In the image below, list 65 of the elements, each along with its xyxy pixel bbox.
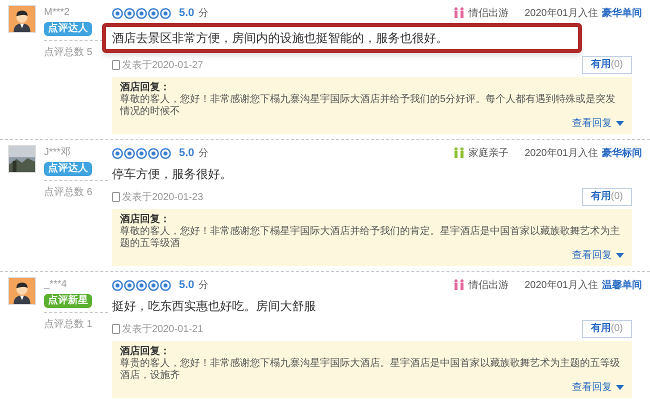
rating-circle-icon [160,8,171,18]
rating-circle-icon [148,148,159,158]
user-badge: 点评新星 [44,294,92,308]
view-reply-link[interactable]: 查看回复 [572,250,624,262]
score-unit: 分 [198,278,208,292]
reply-title: 酒店回复： [120,213,170,226]
phone-icon [112,192,120,202]
score-unit: 分 [198,146,208,160]
stay-date: 2020年01月入住 [524,278,598,292]
caret-icon [616,121,624,127]
review-count: 点评总数 6 [44,186,92,200]
user-name: _***4 [44,278,67,292]
post-date: 发表于2020-01-27 [122,58,204,72]
caret-icon [616,253,624,259]
trip-type: 家庭亲子 [468,146,509,160]
score: 5.0 [179,278,194,293]
review-text: 酒店去景区非常方便，房间内的设施也挺智能的，服务也很好。 [112,30,449,46]
score-unit: 分 [198,6,208,20]
post-date: 发表于2020-01-23 [122,190,204,204]
room-type-link[interactable]: 豪华单间 [602,6,642,20]
rating-circle-icon [136,280,147,290]
useful-button[interactable]: 有用(0) [582,56,632,74]
trip-type: 情侣出游 [468,278,509,292]
user-name: M***2 [44,6,70,20]
reply-title: 酒店回复： [120,81,170,94]
rating-circle-icon [148,280,159,290]
stay-date: 2020年01月入住 [524,6,598,20]
reply-text: 尊贵的客人，您好！非常感谢您下榻九寨沟星宇国际大酒店。星宇酒店是中国首家以藏族歌舞艺术为主题的五等级酒店，设施齐 [120,358,621,382]
rating-circle-icon [124,148,135,158]
rating-circle-icon [124,280,135,290]
reply-text: 尊敬的客人，您好！非常感谢您下榻星宇国际大酒店并给予我们的肯定。星宇酒店是中国首家以藏族歌舞艺术为主题的五等级酒 [120,226,621,250]
room-type-link[interactable]: 豪华标间 [602,146,642,160]
score: 5.0 [179,146,194,161]
rating-circle-icon [160,148,171,158]
room-type-link[interactable]: 温馨单间 [602,278,642,292]
review-count: 点评总数 1 [44,318,92,332]
rating-circle-icon [112,280,123,290]
user-badge: 点评达人 [44,162,92,176]
score: 5.0 [179,6,194,21]
avatar-icon [8,5,36,33]
rating-circle-icon [148,8,159,18]
reply-text: 尊敬的客人，您好！非常感谢您下榻九寨沟星宇国际大酒店并给予我们的5分好评。每个人都有遇到特殊或是突发情况的时候不 [120,94,617,118]
post-date: 发表于2020-01-21 [122,322,204,336]
rating-circle-icon [112,148,123,158]
rating-circle-icon [136,148,147,158]
avatar-icon [8,277,36,305]
review-text: 挺好，吃东西实惠也好吃。房间大舒服 [112,298,317,314]
useful-button[interactable]: 有用(0) [582,320,632,338]
reply-title: 酒店回复： [120,345,170,358]
rating-circle-icon [136,8,147,18]
phone-icon [112,60,120,70]
rating-circle-icon [124,8,135,18]
view-reply-link[interactable]: 查看回复 [572,382,624,394]
review-count: 点评总数 5 [44,46,92,60]
rating-circle-icon [112,8,123,18]
user-badge: 点评达人 [44,22,92,36]
phone-icon [112,324,120,334]
trip-type: 情侣出游 [468,6,509,20]
useful-button[interactable]: 有用(0) [582,188,632,206]
stay-date: 2020年01月入住 [524,146,598,160]
review-text: 停车方便，服务很好。 [112,166,233,182]
user-name: J***邓 [44,146,71,160]
rating-circle-icon [160,280,171,290]
view-reply-link[interactable]: 查看回复 [572,118,624,130]
caret-icon [616,385,624,391]
